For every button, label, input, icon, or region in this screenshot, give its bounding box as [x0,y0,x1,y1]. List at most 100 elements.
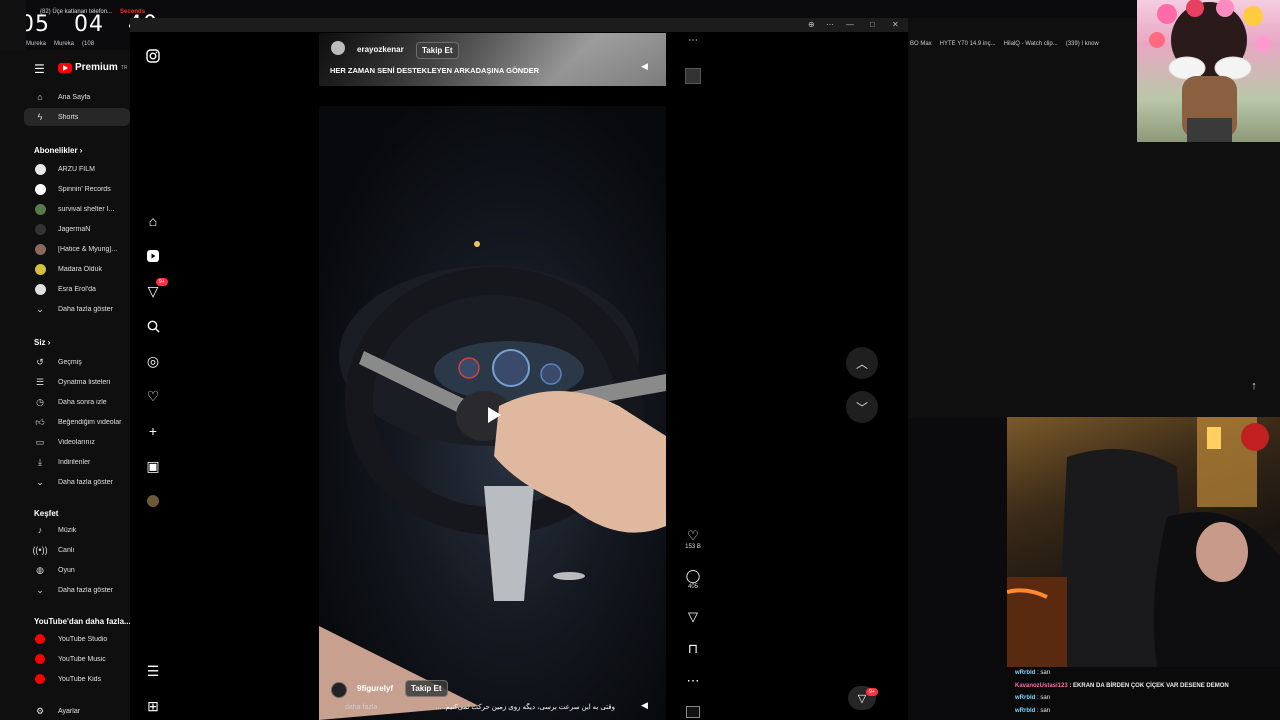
show-more-label: Daha fazla göster [58,478,113,486]
instagram-logo-icon[interactable] [144,47,162,65]
sidebar-item[interactable]: ⤓ İndirilenler [0,453,130,471]
subscription-item[interactable]: Spinnin' Records [0,180,130,198]
sidebar-item[interactable]: ((•)) Canlı [0,541,130,559]
you-heading[interactable]: Siz › [34,338,50,347]
like-action[interactable]: ♡ 153 B [683,528,703,550]
reel-video[interactable]: 9figurelyf Takip Et وقتی به این سرعت برس… [319,106,666,720]
subscription-item[interactable]: survival shelter I... [0,200,130,218]
sidebar-item-label: Beğendiğim videolar [58,418,122,426]
home-icon: ⌂ [37,92,43,102]
sidebar-item[interactable]: ▭ Videolarınız [0,433,130,451]
show-more-you[interactable]: ⌄ Daha fazla göster [0,473,130,491]
next-reel-button[interactable]: ﹀ [846,391,878,423]
audio-thumbnail[interactable] [685,68,701,84]
reel-card-previous[interactable]: erayozkenar Takip Et HER ZAMAN SENİ DEST… [319,33,666,86]
sidebar-item-settings[interactable]: ⚙ Ayarlar [0,702,130,720]
bookmark-item[interactable]: (108 [82,41,94,47]
bookmark-item[interactable]: BO Max [910,41,932,47]
chat-text: : sarı [1037,695,1051,701]
sidebar-item[interactable]: ◷ Daha sonra izle [0,393,130,411]
share-action[interactable]: ▽ [683,609,703,624]
close-icon[interactable]: ✕ [892,20,899,29]
youtube-logo[interactable]: Premium TR [58,62,127,73]
see-more-link[interactable]: daha fazla [345,704,377,711]
subscription-item[interactable]: [Hatice & Myung]... [0,240,130,258]
subscriptions-heading[interactable]: Abonelikler › [34,146,82,155]
sidebar-item[interactable]: ↺ Geçmiş [0,353,130,371]
avatar[interactable] [331,682,347,698]
sidebar-item[interactable]: YouTube Studio [0,630,130,648]
chat-message: wRrbld : sarı [1015,708,1050,714]
bookmark-item[interactable]: (339) I know [1066,41,1099,47]
apps-icon[interactable]: ⊞ [144,697,162,715]
sidebar-item[interactable]: ◍ Oyun [0,561,130,579]
search-icon[interactable] [144,317,162,335]
chat-message: wRrbld : sarı [1015,695,1050,701]
zoom-icon[interactable]: ⊕ [808,20,815,29]
subscription-item[interactable]: Madara Olduk [0,260,130,278]
bookmark-item[interactable]: Mureka [26,41,46,47]
sidebar-item-shorts[interactable]: ϟ Shorts [24,108,130,126]
mute-icon[interactable]: ◀ [641,61,648,72]
mute-icon[interactable]: ◀ [641,700,648,711]
explore-icon[interactable]: ◎ [144,352,162,370]
messages-button[interactable]: ▽ 9+ [848,686,878,710]
reels-icon[interactable] [144,247,162,265]
follow-button[interactable]: Takip Et [405,680,448,697]
minimize-icon[interactable]: — [846,20,854,29]
bookmark-item[interactable]: HilalQ - Watch clip... [1004,41,1058,47]
reel-username[interactable]: 9figurelyf [357,684,393,693]
save-action[interactable]: ⊓ [683,641,703,656]
avatar[interactable] [331,41,345,55]
subscription-item[interactable]: Esra Erol'da [0,280,130,298]
chat-username[interactable]: KavanozUstasi123 [1015,683,1068,689]
dashboard-icon[interactable]: ▣ [144,457,162,475]
more-options-icon: ⋯ [686,673,700,688]
brand-label: Premium [75,62,118,73]
show-more-explore[interactable]: ⌄ Daha fazla göster [0,581,130,599]
profile-avatar[interactable] [144,492,162,510]
sidebar-item[interactable]: YouTube Music [0,650,130,668]
sidebar-item-label: YouTube Music [58,655,106,663]
chat-username[interactable]: wRrbld [1015,695,1035,701]
tab-title[interactable]: (82) Üçe katlanan telefon... [40,9,112,15]
reel-username[interactable]: erayozkenar [357,45,404,54]
bookmark-bar: BO Max HYTE Y70 14.9 inç... HilalQ - Wat… [908,36,1138,52]
create-plus-icon[interactable]: + [144,422,162,440]
chat-username[interactable]: wRrbld [1015,670,1035,676]
sidebar-item-home[interactable]: ⌂ Ana Sayfa [0,88,130,106]
sidebar-item[interactable]: ☰ Oynatma listeleri [0,373,130,391]
subscription-item[interactable]: ARZU FİLM [0,160,130,178]
chat-username[interactable]: wRrbld [1015,708,1035,714]
sidebar-item[interactable]: ♪ Müzik [0,521,130,539]
previous-reel-button[interactable]: ︿ [846,347,878,379]
subscription-item[interactable]: JagermaN [0,220,130,238]
tab-title[interactable]: Seconds [120,9,145,15]
menu-icon[interactable]: ☰ [144,662,162,680]
comment-icon: ◯ [685,568,701,583]
menu-icon[interactable]: ☰ [34,62,45,76]
bookmark-item[interactable]: Mureka [54,41,74,47]
menu-dots-icon[interactable]: ⋯ [826,20,834,29]
more-from-youtube-heading: YouTube'dan daha fazla... [34,617,131,626]
more-action[interactable]: ⋯ [683,673,703,688]
notifications-heart-icon[interactable]: ♡ [144,387,162,405]
show-more-subscriptions[interactable]: ⌄ Daha fazla göster [0,300,130,318]
audio-thumbnail[interactable] [686,706,700,718]
instagram-nav: ⌂ ▽ 9+ ◎ ♡ + ▣ ☰ ⊞ [138,30,168,720]
follow-button[interactable]: Takip Et [416,42,459,59]
stream-chat: wRrbld : sarı KavanozUstasi123 : EKRAN DA… [1007,667,1280,720]
channel-avatar [34,203,46,215]
heart-icon: ♡ [687,528,699,543]
bookmark-item[interactable]: HYTE Y70 14.9 inç... [940,41,996,47]
sidebar-item[interactable]: 👍︎ Beğendiğim videolar [0,413,130,431]
channel-avatar [34,243,46,255]
more-options-icon[interactable]: ⋯ [688,35,698,46]
home-icon[interactable]: ⌂ [144,212,162,230]
maximize-icon[interactable]: □ [870,20,875,29]
comment-action[interactable]: ◯ 405 [683,568,703,590]
play-icon[interactable] [482,404,504,426]
sidebar-item[interactable]: YouTube Kids [0,670,130,688]
scroll-top-button[interactable]: ↑ [1244,376,1264,396]
direct-messages-icon[interactable]: ▽ 9+ [144,278,168,300]
